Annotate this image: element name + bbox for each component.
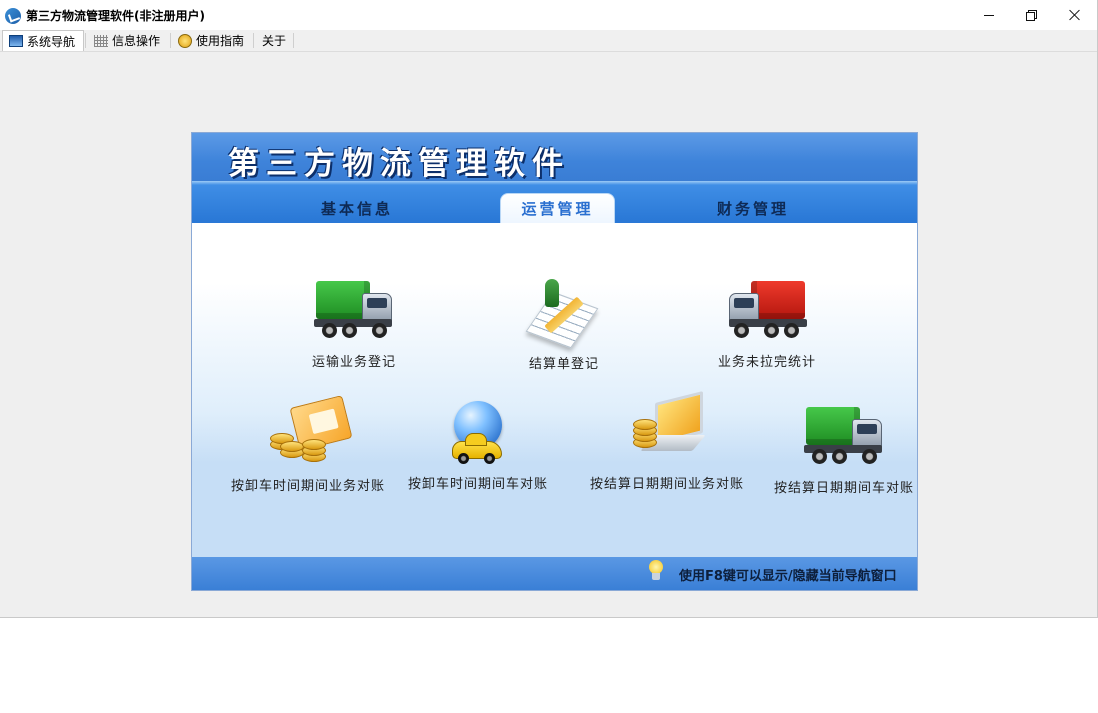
tab-system-navigation[interactable]: 系统导航 [2, 30, 84, 51]
tab-divider [253, 33, 254, 48]
item-label: 按结算日期期间车对账 [773, 481, 914, 496]
red-truck-icon [725, 279, 809, 345]
item-label: 按卸车时间期间业务对账 [230, 479, 385, 494]
green-truck-icon [312, 279, 396, 345]
app-logo-icon [5, 8, 21, 24]
tab-divider [293, 33, 294, 48]
document-tab-strip: 系统导航 信息操作 使用指南 关于 [0, 30, 1097, 52]
tab-operations-management[interactable]: 运营管理 [500, 193, 615, 223]
tab-user-guide[interactable]: 使用指南 [172, 30, 252, 51]
coins-laptop-icon [631, 391, 706, 467]
grid-icon [94, 34, 108, 47]
globe-car-icon [448, 401, 508, 467]
item-label: 结算单登记 [528, 357, 599, 372]
lightbulb-icon [647, 560, 665, 582]
invoice-pen-icon [525, 279, 599, 349]
settlement-registration-button[interactable]: 结算单登记 [494, 279, 634, 372]
coins-card-icon [266, 395, 353, 469]
item-label: 按卸车时间期间车对账 [407, 477, 548, 492]
green-truck-icon [802, 405, 886, 471]
main-window: 第三方物流管理软件(非注册用户) 系统导航 信息操作 使用指南 关于 第三方物流… [0, 0, 1098, 618]
transport-registration-button[interactable]: 运输业务登记 [284, 279, 424, 370]
unload-period-vehicle-reconcile-button[interactable]: 按卸车时间期间车对账 [398, 401, 558, 492]
navigation-panel: 第三方物流管理软件 基本信息 运营管理 财务管理 运输业务登记 结算单登记 业务… [191, 132, 918, 591]
nav-window-icon [9, 35, 23, 47]
guide-icon [178, 33, 192, 48]
minimize-icon [984, 14, 994, 16]
panel-header: 第三方物流管理软件 [192, 133, 917, 182]
minimize-button[interactable] [966, 0, 1012, 30]
close-icon [1069, 9, 1081, 21]
item-label: 运输业务登记 [311, 355, 396, 370]
close-button[interactable] [1052, 0, 1098, 30]
tab-basic-info[interactable]: 基本信息 [282, 193, 432, 223]
restore-button[interactable] [1008, 0, 1054, 30]
tab-about[interactable]: 关于 [256, 30, 296, 51]
tab-divider [170, 33, 171, 48]
panel-title: 第三方物流管理软件 [228, 146, 570, 182]
tab-label: 信息操作 [112, 34, 161, 48]
tab-info-operations[interactable]: 信息操作 [88, 30, 170, 51]
title-bar: 第三方物流管理软件(非注册用户) [0, 0, 1097, 30]
settlement-period-vehicle-reconcile-button[interactable]: 按结算日期期间车对账 [764, 405, 917, 496]
f8-tip-text: 使用F8键可以显示/隐藏当前导航窗口 [679, 569, 897, 584]
item-label: 按结算日期期间业务对账 [589, 477, 744, 492]
tab-label: 关于 [262, 34, 287, 48]
tip-bar: 使用F8键可以显示/隐藏当前导航窗口 [192, 557, 917, 590]
tab-label: 使用指南 [196, 34, 245, 48]
window-title: 第三方物流管理软件(非注册用户) [26, 9, 205, 23]
panel-tab-bar: 基本信息 运营管理 财务管理 [192, 181, 917, 223]
tab-label: 系统导航 [27, 34, 76, 49]
unload-period-business-reconcile-button[interactable]: 按卸车时间期间业务对账 [218, 395, 398, 494]
restore-icon [1026, 10, 1037, 21]
unfinished-business-stats-button[interactable]: 业务未拉完统计 [692, 279, 842, 370]
settlement-period-business-reconcile-button[interactable]: 按结算日期期间业务对账 [577, 391, 757, 492]
item-label: 业务未拉完统计 [717, 355, 816, 370]
tab-divider [85, 33, 86, 48]
tab-finance-management[interactable]: 财务管理 [678, 193, 828, 223]
